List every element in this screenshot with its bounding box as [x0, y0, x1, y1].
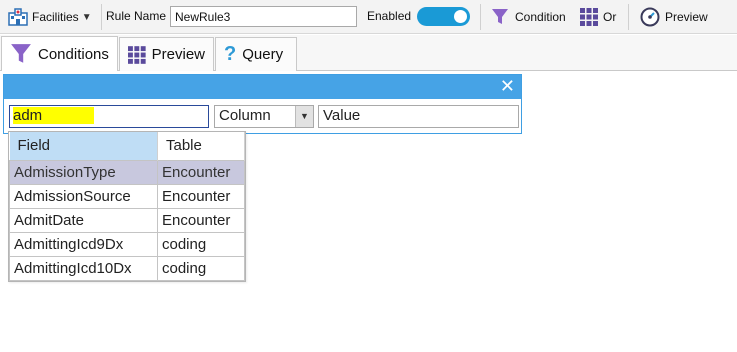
tab-label: Query — [242, 46, 284, 63]
field-cell[interactable]: AdmissionType — [9, 159, 158, 185]
preview-label: Preview — [665, 10, 708, 24]
tab-label: Preview — [151, 46, 205, 63]
question-icon: ? — [224, 43, 237, 65]
grid-icon — [580, 8, 598, 26]
field-cell[interactable]: AdmittingIcd9Dx — [9, 231, 158, 257]
hospital-building-icon — [8, 8, 28, 26]
condition-panel-header: ✕ — [4, 75, 521, 99]
toolbar-divider — [628, 4, 629, 30]
field-table: Field Table AdmissionType Encounter Admi… — [9, 132, 245, 281]
condition-button[interactable]: Condition — [490, 5, 566, 29]
table-cell[interactable]: coding — [157, 255, 245, 281]
or-label: Or — [603, 10, 617, 24]
condition-panel: ✕ adm Column ▼ Value — [3, 74, 522, 134]
value-input[interactable]: Value — [318, 105, 519, 128]
rule-name-label: Rule Name — [106, 9, 167, 23]
column-select[interactable]: Column ▼ — [214, 105, 314, 128]
tab-label: Conditions — [38, 45, 109, 63]
table-row[interactable]: AdmissionSource Encounter — [9, 183, 245, 209]
table-row[interactable]: AdmissionType Encounter — [9, 159, 245, 185]
facilities-dropdown[interactable]: Facilities ▼ — [8, 6, 92, 28]
table-row[interactable]: AdmitDate Encounter — [9, 207, 245, 233]
enabled-toggle[interactable] — [417, 7, 470, 26]
filter-icon — [492, 9, 508, 24]
gauge-icon — [640, 7, 660, 27]
table-cell[interactable]: Encounter — [157, 207, 245, 233]
field-search-value: adm — [13, 107, 95, 124]
toolbar-divider — [101, 4, 102, 30]
tab-bar: Conditions Preview ? Query — [0, 35, 737, 71]
rule-name-input[interactable] — [170, 6, 357, 27]
field-cell[interactable]: AdmittingIcd10Dx — [9, 255, 158, 281]
enabled-label: Enabled — [367, 9, 412, 23]
table-row[interactable]: AdmittingIcd9Dx coding — [9, 231, 245, 257]
table-cell[interactable]: Encounter — [157, 159, 245, 185]
toolbar: Facilities ▼ Rule Name Enabled Condition… — [0, 0, 737, 34]
chevron-down-icon: ▼ — [81, 11, 92, 23]
column-header-table[interactable]: Table — [157, 132, 245, 160]
preview-button[interactable]: Preview — [640, 5, 708, 29]
tab-conditions[interactable]: Conditions — [1, 36, 118, 71]
toolbar-divider — [480, 4, 481, 30]
table-row[interactable]: AdmittingIcd10Dx coding — [9, 255, 245, 281]
chevron-down-icon[interactable]: ▼ — [295, 106, 313, 127]
or-button[interactable]: Or — [580, 5, 616, 29]
close-icon[interactable]: ✕ — [500, 76, 515, 96]
toggle-knob — [454, 10, 467, 23]
column-select-value: Column — [219, 107, 271, 124]
filter-icon — [11, 44, 31, 63]
condition-label: Condition — [515, 10, 566, 24]
grid-icon — [128, 45, 146, 64]
tab-query[interactable]: ? Query — [215, 37, 297, 71]
facilities-label: Facilities — [32, 10, 79, 24]
value-input-text: Value — [323, 107, 361, 124]
table-cell[interactable]: Encounter — [157, 183, 245, 209]
field-search-input[interactable]: adm — [9, 105, 209, 128]
table-cell[interactable]: coding — [157, 231, 245, 257]
field-cell[interactable]: AdmitDate — [9, 207, 158, 233]
tab-preview[interactable]: Preview — [119, 37, 214, 71]
field-cell[interactable]: AdmissionSource — [9, 183, 158, 209]
table-header-row: Field Table — [9, 132, 245, 160]
column-header-field[interactable]: Field — [9, 132, 158, 160]
field-autocomplete-dropdown: Field Table AdmissionType Encounter Admi… — [8, 131, 246, 282]
